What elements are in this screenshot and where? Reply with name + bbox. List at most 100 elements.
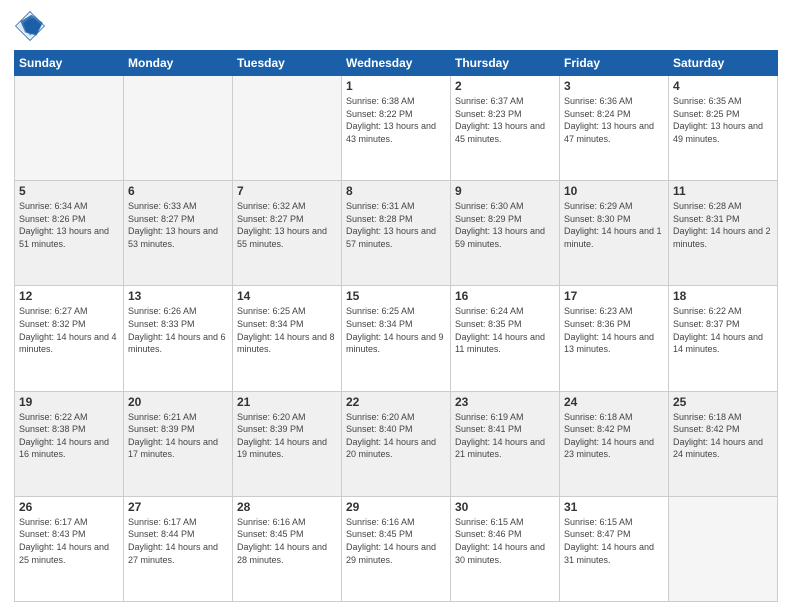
day-number: 22 (346, 395, 446, 409)
day-number: 20 (128, 395, 228, 409)
calendar-week-row: 1 Sunrise: 6:38 AMSunset: 8:22 PMDaylight… (15, 76, 778, 181)
header (14, 10, 778, 42)
day-info: Sunrise: 6:17 AMSunset: 8:43 PMDaylight:… (19, 516, 119, 566)
calendar-day-cell: 9 Sunrise: 6:30 AMSunset: 8:29 PMDaylight… (451, 181, 560, 286)
day-info: Sunrise: 6:15 AMSunset: 8:46 PMDaylight:… (455, 516, 555, 566)
calendar-week-row: 12Sunrise: 6:27 AMSunset: 8:32 PMDayligh… (15, 286, 778, 391)
day-info: Sunrise: 6:25 AMSunset: 8:34 PMDaylight:… (237, 305, 337, 355)
calendar-day-cell: 17Sunrise: 6:23 AMSunset: 8:36 PMDayligh… (560, 286, 669, 391)
day-info: Sunrise: 6:35 AMSunset: 8:25 PMDaylight:… (673, 95, 773, 145)
calendar-day-cell: 3 Sunrise: 6:36 AMSunset: 8:24 PMDaylight… (560, 76, 669, 181)
page: SundayMondayTuesdayWednesdayThursdayFrid… (0, 0, 792, 612)
day-number: 15 (346, 289, 446, 303)
calendar-day-cell: 23 Sunrise: 6:19 AMSunset: 8:41 PMDayligh… (451, 391, 560, 496)
weekday-header: Monday (124, 51, 233, 76)
calendar-day-cell: 24Sunrise: 6:18 AMSunset: 8:42 PMDayligh… (560, 391, 669, 496)
day-number: 27 (128, 500, 228, 514)
calendar-day-cell: 20 Sunrise: 6:21 AMSunset: 8:39 PMDayligh… (124, 391, 233, 496)
day-number: 2 (455, 79, 555, 93)
weekday-header: Thursday (451, 51, 560, 76)
calendar-week-row: 26 Sunrise: 6:17 AMSunset: 8:43 PMDayligh… (15, 496, 778, 601)
weekday-header-row: SundayMondayTuesdayWednesdayThursdayFrid… (15, 51, 778, 76)
day-info: Sunrise: 6:31 AMSunset: 8:28 PMDaylight:… (346, 200, 446, 250)
day-info: Sunrise: 6:32 AMSunset: 8:27 PMDaylight:… (237, 200, 337, 250)
calendar-day-cell: 11Sunrise: 6:28 AMSunset: 8:31 PMDayligh… (669, 181, 778, 286)
day-number: 3 (564, 79, 664, 93)
day-number: 25 (673, 395, 773, 409)
day-number: 31 (564, 500, 664, 514)
day-number: 28 (237, 500, 337, 514)
calendar-day-cell: 8Sunrise: 6:31 AMSunset: 8:28 PMDaylight… (342, 181, 451, 286)
day-info: Sunrise: 6:26 AMSunset: 8:33 PMDaylight:… (128, 305, 228, 355)
calendar-day-cell: 18 Sunrise: 6:22 AMSunset: 8:37 PMDayligh… (669, 286, 778, 391)
day-info: Sunrise: 6:34 AMSunset: 8:26 PMDaylight:… (19, 200, 119, 250)
calendar-day-cell: 28 Sunrise: 6:16 AMSunset: 8:45 PMDayligh… (233, 496, 342, 601)
calendar-day-cell: 5 Sunrise: 6:34 AMSunset: 8:26 PMDaylight… (15, 181, 124, 286)
day-info: Sunrise: 6:36 AMSunset: 8:24 PMDaylight:… (564, 95, 664, 145)
day-info: Sunrise: 6:20 AMSunset: 8:40 PMDaylight:… (346, 411, 446, 461)
calendar-day-cell (124, 76, 233, 181)
calendar-day-cell: 15 Sunrise: 6:25 AMSunset: 8:34 PMDayligh… (342, 286, 451, 391)
day-number: 19 (19, 395, 119, 409)
day-info: Sunrise: 6:38 AMSunset: 8:22 PMDaylight:… (346, 95, 446, 145)
calendar-day-cell: 21 Sunrise: 6:20 AMSunset: 8:39 PMDayligh… (233, 391, 342, 496)
weekday-header: Sunday (15, 51, 124, 76)
calendar-week-row: 19 Sunrise: 6:22 AMSunset: 8:38 PMDayligh… (15, 391, 778, 496)
day-number: 17 (564, 289, 664, 303)
day-info: Sunrise: 6:16 AMSunset: 8:45 PMDaylight:… (237, 516, 337, 566)
day-info: Sunrise: 6:20 AMSunset: 8:39 PMDaylight:… (237, 411, 337, 461)
calendar-day-cell (233, 76, 342, 181)
day-number: 5 (19, 184, 119, 198)
day-number: 6 (128, 184, 228, 198)
calendar-table: SundayMondayTuesdayWednesdayThursdayFrid… (14, 50, 778, 602)
calendar-day-cell: 16Sunrise: 6:24 AMSunset: 8:35 PMDayligh… (451, 286, 560, 391)
calendar-day-cell: 22 Sunrise: 6:20 AMSunset: 8:40 PMDayligh… (342, 391, 451, 496)
calendar-day-cell: 30 Sunrise: 6:15 AMSunset: 8:46 PMDayligh… (451, 496, 560, 601)
day-number: 9 (455, 184, 555, 198)
weekday-header: Friday (560, 51, 669, 76)
day-info: Sunrise: 6:25 AMSunset: 8:34 PMDaylight:… (346, 305, 446, 355)
day-info: Sunrise: 6:28 AMSunset: 8:31 PMDaylight:… (673, 200, 773, 250)
calendar-day-cell: 19 Sunrise: 6:22 AMSunset: 8:38 PMDayligh… (15, 391, 124, 496)
calendar-day-cell (669, 496, 778, 601)
calendar-day-cell: 7 Sunrise: 6:32 AMSunset: 8:27 PMDaylight… (233, 181, 342, 286)
calendar-day-cell: 4 Sunrise: 6:35 AMSunset: 8:25 PMDaylight… (669, 76, 778, 181)
day-number: 10 (564, 184, 664, 198)
day-number: 4 (673, 79, 773, 93)
calendar-day-cell: 29Sunrise: 6:16 AMSunset: 8:45 PMDayligh… (342, 496, 451, 601)
day-number: 7 (237, 184, 337, 198)
day-info: Sunrise: 6:37 AMSunset: 8:23 PMDaylight:… (455, 95, 555, 145)
calendar-day-cell: 13 Sunrise: 6:26 AMSunset: 8:33 PMDayligh… (124, 286, 233, 391)
day-number: 23 (455, 395, 555, 409)
calendar-day-cell: 10Sunrise: 6:29 AMSunset: 8:30 PMDayligh… (560, 181, 669, 286)
day-number: 24 (564, 395, 664, 409)
day-info: Sunrise: 6:21 AMSunset: 8:39 PMDaylight:… (128, 411, 228, 461)
calendar-day-cell: 25Sunrise: 6:18 AMSunset: 8:42 PMDayligh… (669, 391, 778, 496)
day-number: 1 (346, 79, 446, 93)
calendar-day-cell: 1 Sunrise: 6:38 AMSunset: 8:22 PMDaylight… (342, 76, 451, 181)
day-info: Sunrise: 6:30 AMSunset: 8:29 PMDaylight:… (455, 200, 555, 250)
day-number: 18 (673, 289, 773, 303)
calendar-day-cell: 26 Sunrise: 6:17 AMSunset: 8:43 PMDayligh… (15, 496, 124, 601)
day-number: 26 (19, 500, 119, 514)
calendar-week-row: 5 Sunrise: 6:34 AMSunset: 8:26 PMDaylight… (15, 181, 778, 286)
day-number: 14 (237, 289, 337, 303)
day-info: Sunrise: 6:17 AMSunset: 8:44 PMDaylight:… (128, 516, 228, 566)
day-number: 30 (455, 500, 555, 514)
calendar-day-cell: 2 Sunrise: 6:37 AMSunset: 8:23 PMDaylight… (451, 76, 560, 181)
day-number: 16 (455, 289, 555, 303)
day-number: 12 (19, 289, 119, 303)
day-info: Sunrise: 6:19 AMSunset: 8:41 PMDaylight:… (455, 411, 555, 461)
calendar-day-cell: 14 Sunrise: 6:25 AMSunset: 8:34 PMDayligh… (233, 286, 342, 391)
weekday-header: Saturday (669, 51, 778, 76)
calendar-day-cell: 31 Sunrise: 6:15 AMSunset: 8:47 PMDayligh… (560, 496, 669, 601)
day-number: 21 (237, 395, 337, 409)
day-info: Sunrise: 6:22 AMSunset: 8:38 PMDaylight:… (19, 411, 119, 461)
logo (14, 10, 52, 42)
day-info: Sunrise: 6:33 AMSunset: 8:27 PMDaylight:… (128, 200, 228, 250)
day-number: 13 (128, 289, 228, 303)
calendar-day-cell: 12Sunrise: 6:27 AMSunset: 8:32 PMDayligh… (15, 286, 124, 391)
day-info: Sunrise: 6:22 AMSunset: 8:37 PMDaylight:… (673, 305, 773, 355)
weekday-header: Tuesday (233, 51, 342, 76)
day-info: Sunrise: 6:15 AMSunset: 8:47 PMDaylight:… (564, 516, 664, 566)
